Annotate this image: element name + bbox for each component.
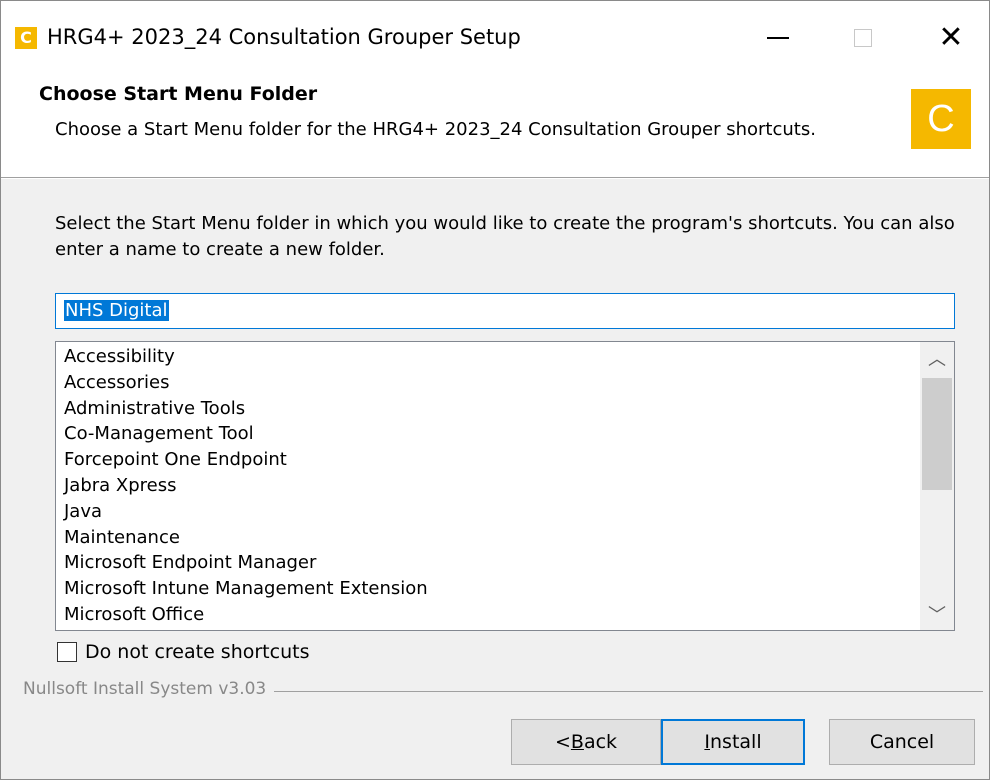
- back-prefix: <: [554, 731, 571, 753]
- scroll-up-icon[interactable]: ︿: [920, 342, 954, 374]
- maximize-button: [831, 15, 895, 61]
- back-rest: ack: [583, 731, 618, 753]
- folder-list-item[interactable]: Microsoft Intune Management Extension: [64, 576, 914, 602]
- cancel-button[interactable]: Cancel: [829, 719, 975, 765]
- app-icon: C: [15, 27, 37, 49]
- folder-list-item[interactable]: Accessories: [64, 370, 914, 396]
- page-header: Choose Start Menu Folder Choose a Start …: [1, 75, 989, 178]
- folder-list-item[interactable]: Microsoft Endpoint Manager: [64, 550, 914, 576]
- folder-input-value: NHS Digital: [64, 300, 169, 321]
- back-button[interactable]: < Back: [511, 719, 661, 765]
- folder-list-item[interactable]: Accessibility: [64, 344, 914, 370]
- minimize-icon: [767, 37, 789, 39]
- scroll-thumb[interactable]: [922, 378, 952, 490]
- page-subtitle: Choose a Start Menu folder for the HRG4+…: [55, 119, 816, 140]
- install-rest: nstall: [710, 731, 762, 753]
- window-title: HRG4+ 2023_24 Consultation Grouper Setup: [47, 25, 521, 49]
- instruction-text: Select the Start Menu folder in which yo…: [55, 213, 955, 260]
- minimize-button[interactable]: [746, 15, 810, 61]
- start-menu-folder-list[interactable]: Accessibility Accessories Administrative T…: [55, 341, 955, 631]
- folder-list-item[interactable]: Co-Management Tool: [64, 421, 914, 447]
- folder-list-item[interactable]: Maintenance: [64, 525, 914, 551]
- folder-list-items: Accessibility Accessories Administrative T…: [64, 344, 914, 628]
- title-bar[interactable]: C HRG4+ 2023_24 Consultation Grouper Set…: [1, 1, 989, 75]
- installer-window: C HRG4+ 2023_24 Consultation Grouper Set…: [0, 0, 990, 780]
- no-shortcuts-label[interactable]: Do not create shortcuts: [85, 641, 309, 663]
- back-mnemonic: B: [570, 731, 584, 753]
- folder-list-item[interactable]: Microsoft Office: [64, 602, 914, 628]
- list-scrollbar[interactable]: ︿ ﹀: [920, 342, 954, 630]
- no-shortcuts-option[interactable]: Do not create shortcuts: [57, 639, 309, 665]
- folder-list-item[interactable]: Forcepoint One Endpoint: [64, 447, 914, 473]
- start-menu-folder-input[interactable]: NHS Digital: [55, 293, 955, 329]
- branding-text: Nullsoft Install System v3.03: [23, 679, 275, 699]
- page-title: Choose Start Menu Folder: [39, 83, 318, 105]
- scroll-down-icon[interactable]: ﹀: [920, 598, 954, 630]
- close-button[interactable]: ✕: [919, 15, 983, 61]
- folder-list-item[interactable]: Administrative Tools: [64, 396, 914, 422]
- header-divider: [1, 178, 989, 179]
- maximize-icon: [854, 29, 872, 47]
- no-shortcuts-checkbox[interactable]: [57, 642, 77, 662]
- folder-list-item[interactable]: Jabra Xpress: [64, 473, 914, 499]
- close-icon: ✕: [938, 20, 964, 55]
- install-button[interactable]: Install: [661, 719, 805, 765]
- folder-list-item[interactable]: Java: [64, 499, 914, 525]
- installer-logo-icon: C: [911, 89, 971, 149]
